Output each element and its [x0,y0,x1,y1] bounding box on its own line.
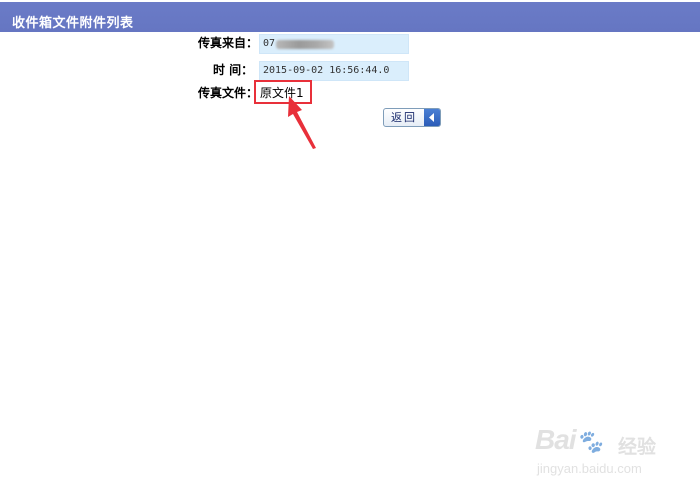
fax-file-label: 传真文件： [198,86,259,100]
back-button[interactable]: 返回 [383,108,441,127]
watermark-logo: Bai🐾 [535,424,603,455]
time-text: 2015-09-02 16:56:44.0 [263,65,390,76]
page-title: 收件箱文件附件列表 [12,16,134,31]
chevron-left-icon [429,113,434,122]
redacted-number-mask [276,40,334,49]
red-arrow-icon [288,96,316,149]
watermark: Bai🐾 经验 jingyan.baidu.com [535,424,675,484]
time-value: 2015-09-02 16:56:44.0 [259,61,409,81]
back-button-label: 返回 [391,111,417,124]
watermark-url: jingyan.baidu.com [537,461,642,476]
page: 收件箱文件附件列表 传真来自： 07 时 间： 2015-09-02 16:56… [0,0,700,495]
back-arrow-box [424,109,440,126]
title-bar: 收件箱文件附件列表 [0,0,700,32]
fax-from-label: 传真来自： [198,36,259,50]
watermark-logo-suffix: 经验 [618,436,657,458]
time-label: 时 间： [213,63,254,77]
fax-from-text: 07 [263,38,276,49]
